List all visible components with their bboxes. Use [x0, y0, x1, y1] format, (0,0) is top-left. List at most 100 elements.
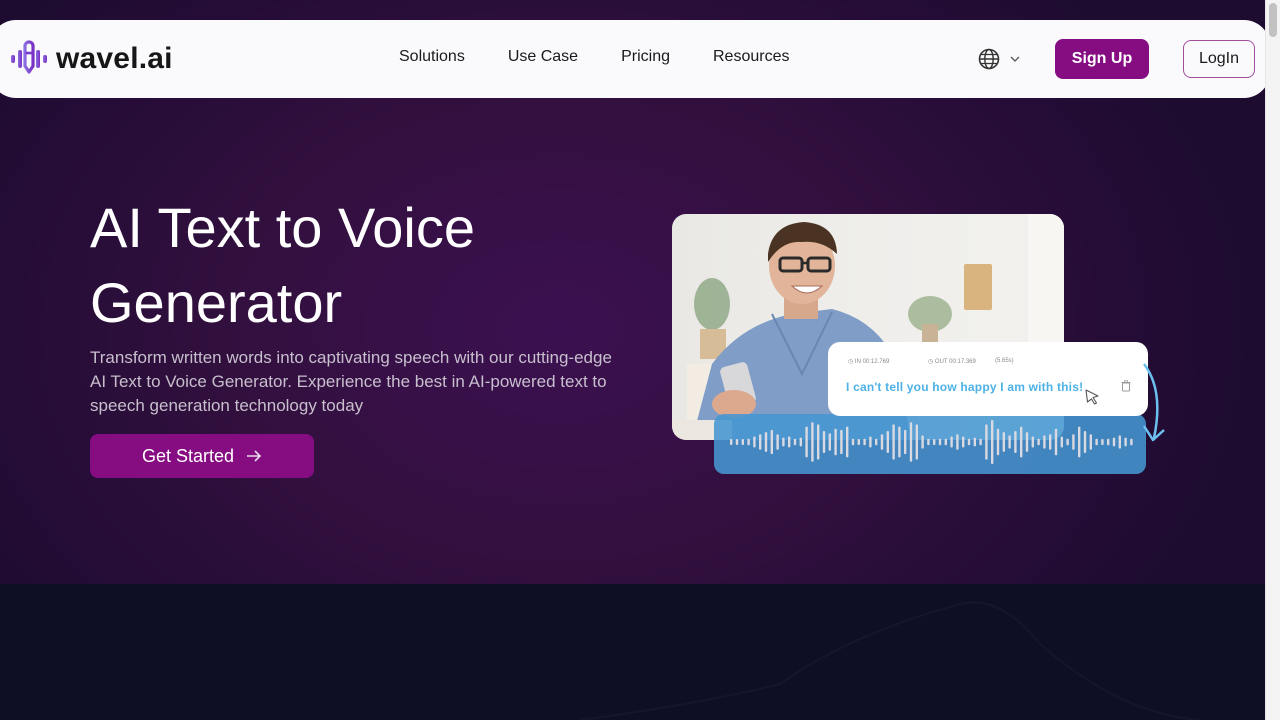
waveform-bar — [880, 434, 884, 450]
waveform-bar — [811, 422, 814, 462]
waveform-bar — [1002, 432, 1005, 452]
waveform-bar — [1014, 431, 1017, 453]
waveform-bar — [828, 433, 831, 451]
waveform-bar — [1066, 438, 1069, 446]
waveform-bar — [857, 439, 860, 445]
hero-description: Transform written words into captivating… — [90, 348, 612, 415]
waveform-bar — [1112, 437, 1116, 447]
waveform-bar — [1124, 437, 1127, 447]
waveform-bar — [1043, 435, 1046, 449]
get-started-label: Get Started — [141, 445, 235, 466]
waveform-bar — [1089, 434, 1092, 450]
nav-pricing[interactable]: Pricing — [621, 48, 670, 66]
waveform-bar — [898, 426, 901, 458]
mouse-cursor-icon — [1085, 389, 1099, 405]
brand-name: wavel.ai — [56, 42, 173, 75]
waveform-bar — [996, 428, 1000, 456]
waveform-bar — [933, 439, 936, 445]
waveform-bar — [875, 438, 878, 446]
waveform-bar — [851, 438, 855, 446]
background-curve — [579, 601, 1201, 720]
nav-links: Solutions Use Case Pricing Resources — [399, 48, 832, 66]
waveform-bar — [1130, 438, 1133, 446]
nav-resources[interactable]: Resources — [713, 48, 789, 66]
login-button[interactable]: LogIn — [1183, 40, 1255, 78]
soundwave-pen-icon — [11, 40, 47, 74]
waveform-bar — [730, 439, 733, 445]
waveform-bar — [846, 426, 849, 458]
waveform-bar — [979, 438, 982, 446]
globe-icon — [978, 48, 1000, 70]
hero-title-line1: AI Text to Voice — [90, 196, 475, 259]
hero-title-line2: Generator — [90, 271, 343, 334]
logo[interactable]: wavel.ai — [10, 40, 173, 78]
waveform-bar — [921, 435, 924, 449]
waveform-bar — [927, 438, 930, 446]
waveform-bar — [1078, 426, 1081, 458]
navbar: wavel.ai Solutions Use Case Pricing Reso… — [0, 20, 1265, 98]
caption-duration: (5.65s) — [995, 358, 1014, 364]
waveform-bar — [1054, 428, 1058, 456]
scrollbar[interactable] — [1265, 0, 1280, 720]
out-timestamp: ◷ OUT 00:17.369 — [928, 359, 976, 365]
waveform-bar — [962, 436, 965, 448]
waveform-bar — [840, 429, 843, 455]
waveform-bar — [735, 439, 739, 445]
waveform-bar — [938, 438, 942, 446]
waveform-bar — [1083, 431, 1087, 453]
hero-section: wavel.ai Solutions Use Case Pricing Reso… — [0, 0, 1265, 584]
scrollbar-thumb[interactable] — [1269, 3, 1277, 37]
waveform-bar — [1095, 438, 1098, 446]
waveform-bar — [1049, 434, 1052, 450]
hero-title: AI Text to Voice Generator — [90, 190, 650, 340]
waveform-bar — [770, 429, 773, 455]
waveform-panel — [714, 414, 1146, 474]
nav-use-case[interactable]: Use Case — [508, 48, 578, 66]
waveform-bar — [799, 437, 802, 447]
waveform-bar — [985, 424, 988, 460]
waveform-bar — [793, 438, 797, 446]
waveform-bar — [1008, 435, 1011, 449]
clock-icon: ◷ — [928, 359, 934, 365]
waveform-bar — [950, 436, 953, 448]
waveform-bar — [1118, 435, 1121, 449]
sign-up-button[interactable]: Sign Up — [1055, 39, 1149, 79]
curved-arrow-icon — [1142, 363, 1165, 442]
waveform-bar — [1031, 436, 1034, 448]
waveform-bar — [1060, 436, 1063, 448]
waveform-bar — [1037, 438, 1040, 446]
caption-card: ◷ IN 00:12.769 ◷ OUT 00:17.369 (5.65s) I… — [828, 342, 1148, 416]
waveform-bar — [1072, 434, 1075, 450]
waveform-bar — [886, 431, 889, 453]
waveform-bar — [822, 431, 826, 453]
page: wavel.ai Solutions Use Case Pricing Reso… — [0, 0, 1265, 720]
waveform-bar — [747, 438, 750, 446]
waveform-bar — [834, 428, 837, 456]
waveform-bar — [915, 424, 918, 460]
waveform-bar — [764, 432, 768, 452]
waveform-bar — [1107, 438, 1110, 446]
waveform-bar — [967, 438, 971, 446]
waveform-bar — [909, 422, 913, 462]
arrow-right-icon — [247, 450, 262, 462]
trash-icon[interactable] — [1121, 380, 1131, 392]
nav-solutions[interactable]: Solutions — [399, 48, 465, 66]
get-started-button[interactable]: Get Started — [90, 434, 314, 478]
waveform-bar — [944, 438, 947, 446]
chevron-down-icon — [1010, 56, 1020, 62]
waveform-bar — [741, 439, 744, 445]
waveform — [730, 420, 1133, 464]
waveform-bar — [904, 429, 907, 455]
waveform-bar — [782, 437, 785, 447]
language-selector[interactable] — [978, 48, 1020, 70]
waveform-bar — [1025, 432, 1029, 452]
waveform-bar — [776, 434, 779, 450]
waveform-bar — [973, 437, 976, 447]
waveform-bar — [759, 434, 762, 450]
waveform-bar — [788, 436, 791, 448]
waveform-bar — [956, 434, 959, 450]
clock-icon: ◷ — [848, 359, 854, 365]
waveform-bar — [753, 436, 756, 448]
caption-text: I can't tell you how happy I am with thi… — [846, 380, 1084, 394]
waveform-bar — [869, 436, 872, 448]
